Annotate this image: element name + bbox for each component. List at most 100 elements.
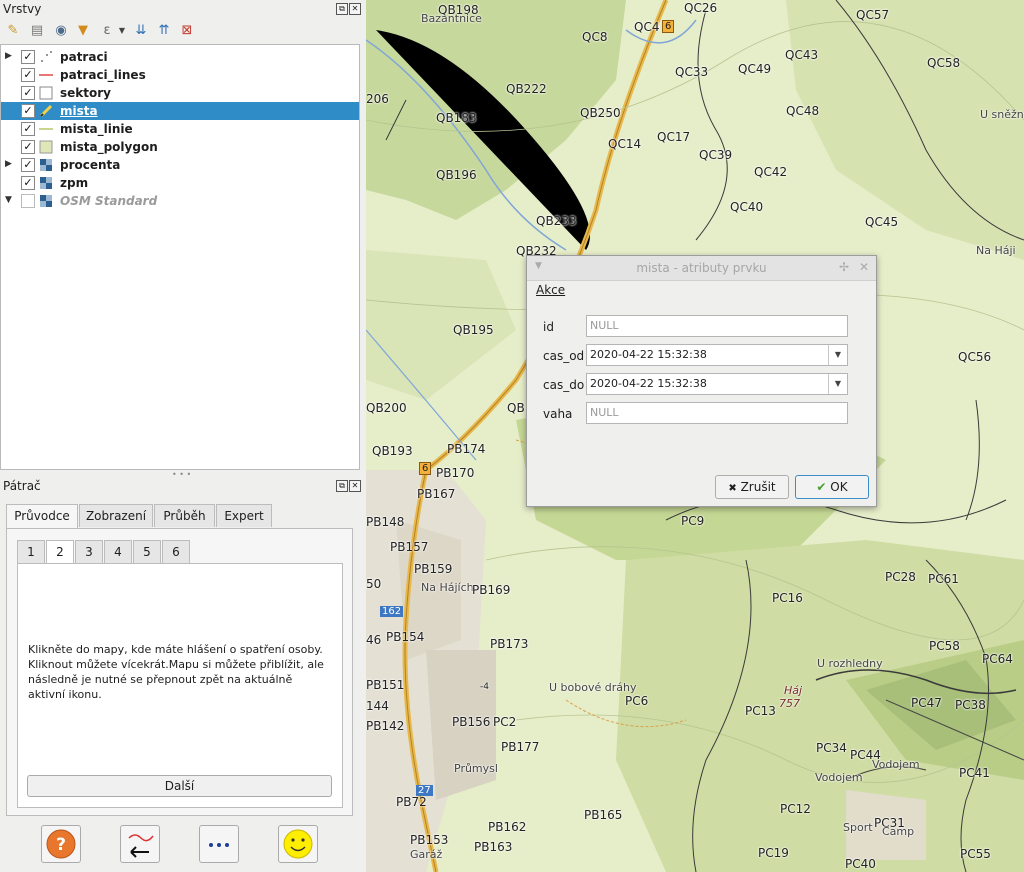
map-label: PB142 (366, 719, 405, 733)
layer-checkbox[interactable]: ✓ (21, 158, 35, 172)
map-label: QC39 (699, 148, 733, 162)
map-label: QB195 (453, 323, 494, 337)
red-line-icon (39, 68, 53, 82)
map-label: PC58 (929, 639, 960, 653)
map-label: PB72 (396, 795, 427, 809)
layer-checkbox[interactable]: ✓ (21, 176, 35, 190)
float-panel-icon[interactable]: ⧉ (336, 480, 348, 492)
help-button[interactable]: ? (41, 825, 81, 863)
window-menu-icon[interactable]: ▼ (535, 261, 542, 271)
id-field[interactable]: NULL (586, 315, 848, 337)
tab-expert[interactable]: Expert (216, 504, 272, 527)
polygon-green-icon (39, 140, 53, 154)
chevron-down-icon[interactable]: ▼ (113, 22, 131, 40)
smiley-button[interactable] (278, 825, 318, 863)
map-label: QB (507, 401, 525, 415)
map-label: PC9 (681, 514, 705, 528)
layer-checkbox[interactable]: ✓ (21, 122, 35, 136)
field-label-id: id (543, 320, 554, 334)
tab-pruvodce[interactable]: Průvodce (6, 504, 78, 529)
road-number-badge: 6 (662, 20, 675, 33)
ok-label: OK (830, 480, 848, 494)
expand-arrow-icon[interactable]: ▶ (5, 159, 12, 169)
track-arrow-icon (128, 834, 154, 858)
visibility-eye-icon[interactable]: ◉ (52, 22, 70, 40)
layer-row-osm-standard[interactable]: ▼ OSM Standard (1, 192, 359, 210)
map-label: PB174 (447, 442, 486, 456)
cancel-button[interactable]: ✖ Zrušit (715, 475, 789, 499)
add-group-icon[interactable]: ▤ (28, 22, 46, 40)
tab-prubeh[interactable]: Průběh (154, 504, 215, 527)
filter-icon[interactable]: ▼ (74, 22, 92, 40)
layer-row-mista[interactable]: ✓ mista (1, 102, 359, 120)
close-panel-icon[interactable]: ✕ (349, 3, 361, 15)
map-label: PC34 (816, 741, 847, 755)
layer-row-mista-linie[interactable]: ✓ mista_linie (1, 120, 359, 138)
map-label: QC40 (730, 200, 764, 214)
style-brush-icon[interactable]: ✎ (4, 22, 22, 40)
dialog-title[interactable]: mista - atributy prvku (527, 256, 876, 281)
map-label: QC42 (754, 165, 788, 179)
layer-row-sektory[interactable]: ✓ sektory (1, 84, 359, 102)
layer-row-patraci-lines[interactable]: ✓ patraci_lines (1, 66, 359, 84)
expand-arrow-icon[interactable]: ▶ (5, 51, 12, 61)
close-panel-icon[interactable]: ✕ (349, 480, 361, 492)
ok-button[interactable]: ✔ OK (795, 475, 869, 499)
map-label: QB250 (580, 106, 621, 120)
layer-checkbox[interactable]: ✓ (21, 68, 35, 82)
chevron-down-icon[interactable]: ▼ (828, 345, 847, 365)
layer-row-procenta[interactable]: ▶ ✓ procenta (1, 156, 359, 174)
map-label: QC48 (786, 104, 820, 118)
layer-label: mista (60, 104, 98, 118)
layer-checkbox[interactable] (21, 194, 35, 208)
map-label: -4 (480, 682, 489, 692)
expand-all-icon[interactable]: ⇊ (132, 22, 150, 40)
map-label: U sněžn (980, 108, 1024, 121)
subtab-4[interactable]: 4 (104, 540, 132, 563)
menu-akce[interactable]: Akce (536, 280, 565, 300)
layer-checkbox[interactable]: ✓ (21, 104, 35, 118)
subtab-2[interactable]: 2 (46, 540, 74, 565)
expand-arrow-icon[interactable]: ▼ (5, 195, 12, 205)
patrac-panel-title: Pátrač (3, 479, 41, 493)
map-label: QC33 (675, 65, 709, 79)
map-label: QC26 (684, 1, 718, 15)
raster-icon (39, 176, 53, 190)
map-label: PC13 (745, 704, 776, 718)
collapse-all-icon[interactable]: ⇈ (155, 22, 173, 40)
map-label: PC64 (982, 652, 1013, 666)
map-label: PB162 (488, 820, 527, 834)
track-back-button[interactable] (120, 825, 160, 863)
map-label: PC41 (959, 766, 990, 780)
subtab-1[interactable]: 1 (17, 540, 45, 563)
pin-icon[interactable]: ✢ (839, 260, 849, 274)
map-label: PB170 (436, 466, 475, 480)
cas-od-field[interactable]: 2020-04-22 15:32:38 ▼ (586, 344, 848, 366)
float-panel-icon[interactable]: ⧉ (336, 3, 348, 15)
more-button[interactable] (199, 825, 239, 863)
layer-checkbox[interactable]: ✓ (21, 140, 35, 154)
tab-zobrazeni[interactable]: Zobrazení (79, 504, 153, 527)
layer-row-patraci[interactable]: ▶ ✓ patraci (1, 48, 359, 66)
cas-do-field[interactable]: 2020-04-22 15:32:38 ▼ (586, 373, 848, 395)
chevron-down-icon[interactable]: ▼ (828, 374, 847, 394)
layer-checkbox[interactable]: ✓ (21, 86, 35, 100)
map-label: PC2 (493, 715, 517, 729)
layer-row-mista-polygon[interactable]: ✓ mista_polygon (1, 138, 359, 156)
map-label: Garáž (410, 848, 443, 861)
map-label: QB233 (536, 214, 577, 228)
layer-label: OSM Standard (60, 194, 158, 208)
next-button[interactable]: Další (27, 775, 332, 797)
layer-row-zpm[interactable]: ✓ zpm (1, 174, 359, 192)
subtab-3[interactable]: 3 (75, 540, 103, 563)
vaha-field[interactable]: NULL (586, 402, 848, 424)
map-label: 206 (366, 92, 389, 106)
layer-checkbox[interactable]: ✓ (21, 50, 35, 64)
subtab-6[interactable]: 6 (162, 540, 190, 563)
map-label: PC12 (780, 802, 811, 816)
close-icon[interactable]: ✕ (859, 260, 869, 274)
map-label: QC14 (608, 137, 642, 151)
layer-label: mista_linie (60, 122, 133, 136)
remove-layer-icon[interactable]: ⊠ (178, 22, 196, 40)
subtab-5[interactable]: 5 (133, 540, 161, 563)
